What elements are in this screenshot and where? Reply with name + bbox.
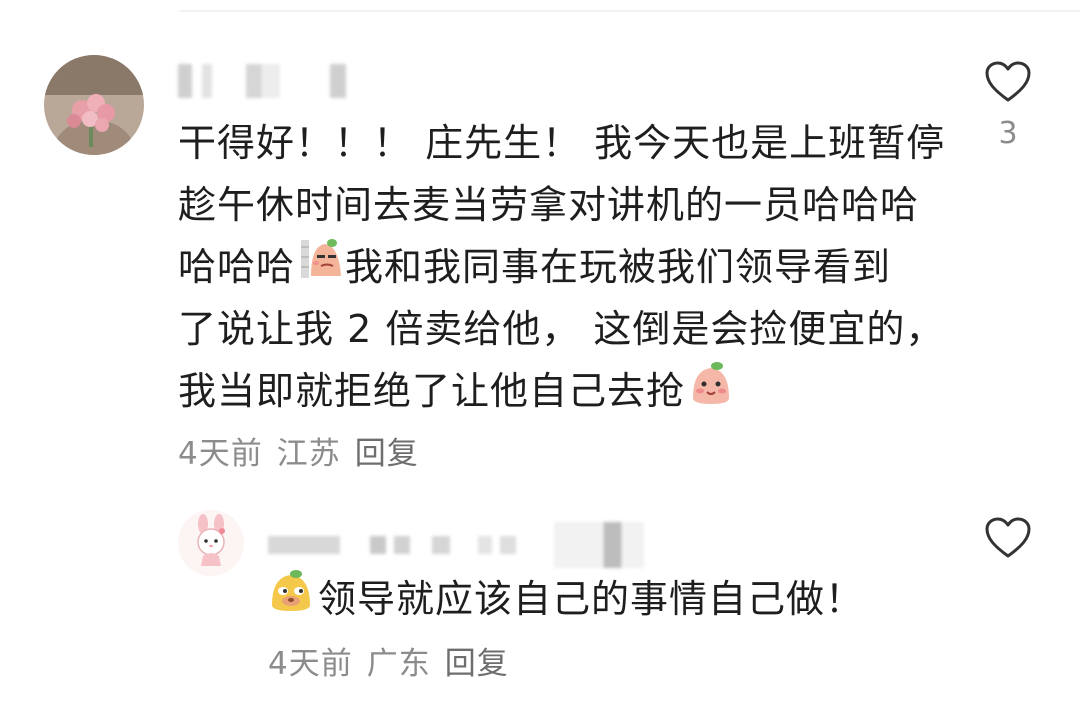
comment-text: 干得好！！！ 庄先生！ 我今天也是上班暂停 趁午休时间去麦当劳拿对讲机的一员哈哈…	[178, 112, 945, 422]
comment-meta: 4天前 江苏 回复	[178, 428, 419, 473]
heart-outline-icon	[984, 516, 1032, 564]
sly-face-emoji-icon	[299, 236, 343, 298]
shy-face-emoji-icon	[687, 358, 735, 424]
like-count: 3	[998, 116, 1018, 151]
comment-line: 趁午休时间去麦当劳拿对讲机的一员哈哈哈	[178, 183, 920, 227]
comment-line: 领导就应该自己的事情自己做！	[268, 568, 864, 630]
reply-button[interactable]: 回复	[445, 638, 509, 683]
like-button[interactable]	[982, 516, 1034, 564]
avatar[interactable]	[178, 510, 244, 576]
comment-line: 哈哈哈 我和我同事在玩被我们领导看到	[178, 236, 945, 298]
comment-meta: 4天前 广东 回复	[268, 638, 509, 683]
comment-line: 我当即就拒绝了让他自己去抢	[178, 360, 945, 422]
top-divider	[180, 10, 1080, 12]
sneaky-face-emoji-icon	[268, 567, 314, 631]
heart-outline-icon	[984, 60, 1032, 108]
avatar[interactable]	[44, 55, 144, 155]
reply-text: 领导就应该自己的事情自己做！	[268, 568, 864, 630]
comment-time: 4天前	[268, 646, 353, 682]
comment-location: 广东	[366, 646, 431, 682]
like-button[interactable]: 3	[982, 60, 1034, 151]
comment-time: 4天前	[178, 436, 263, 472]
comment-location: 江苏	[276, 436, 341, 472]
username-obscured[interactable]	[268, 522, 644, 568]
username-obscured[interactable]	[178, 64, 346, 98]
comment-line: 了说让我 2 倍卖给他， 这倒是会捡便宜的，	[178, 307, 945, 351]
reply-button[interactable]: 回复	[355, 428, 419, 473]
comment-line: 干得好！！！ 庄先生！ 我今天也是上班暂停	[178, 121, 946, 165]
